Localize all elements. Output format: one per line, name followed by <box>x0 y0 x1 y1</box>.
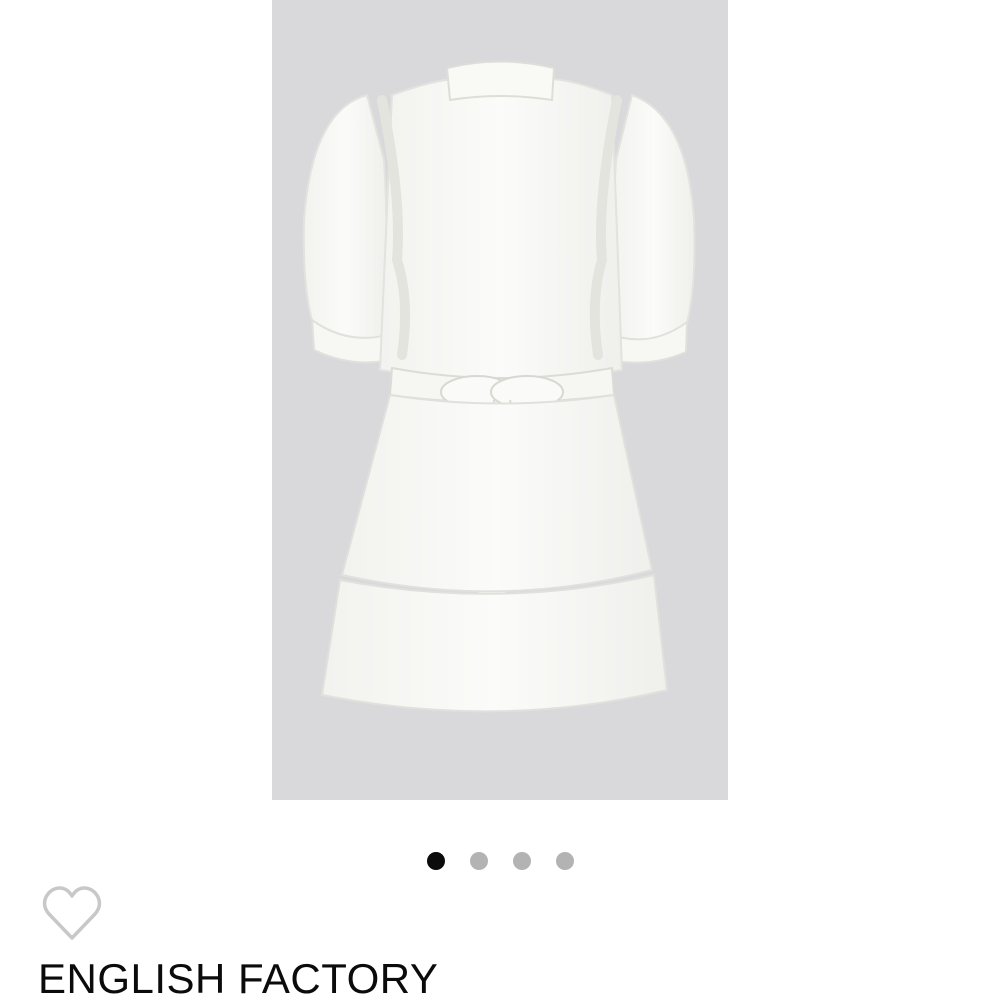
carousel-dot-3[interactable] <box>512 852 531 870</box>
brand-name: ENGLISH FACTORY <box>38 955 439 1002</box>
favorite-button[interactable] <box>40 882 104 944</box>
carousel-dots <box>0 852 1000 872</box>
carousel-dot-2[interactable] <box>469 852 488 870</box>
product-image[interactable] <box>272 0 728 800</box>
dress-photo <box>302 60 696 713</box>
carousel-dot-4[interactable] <box>555 852 574 870</box>
carousel-dot-1[interactable] <box>426 852 445 870</box>
heart-outline-icon <box>42 886 102 940</box>
